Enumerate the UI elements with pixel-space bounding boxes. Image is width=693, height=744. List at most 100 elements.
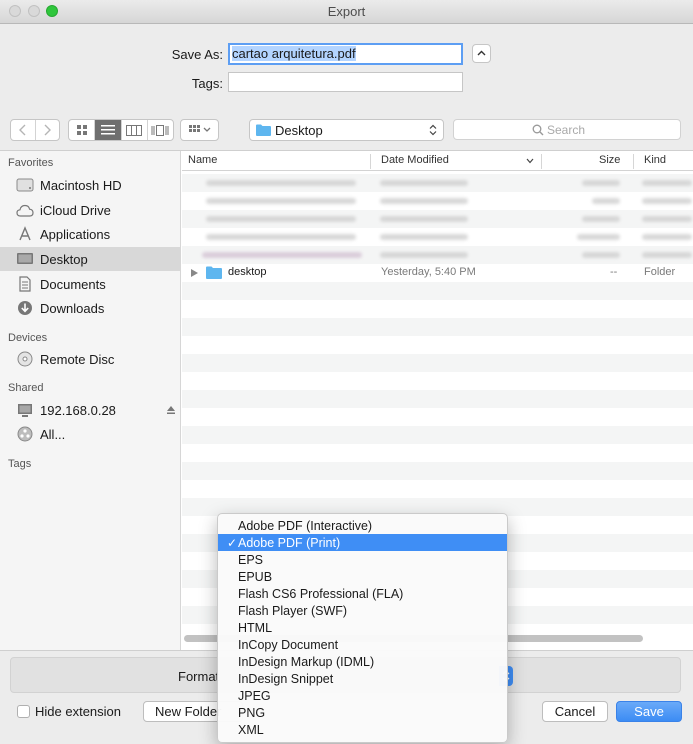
hard-drive-icon (15, 177, 35, 193)
updown-chevron-icon (429, 124, 437, 136)
search-icon (532, 124, 544, 136)
format-menu-item[interactable]: XML (218, 721, 507, 738)
favorites-header: Favorites (8, 157, 54, 169)
tags-field[interactable] (228, 72, 463, 92)
blurred-file-row[interactable] (182, 210, 693, 228)
coverflow-icon (151, 124, 169, 136)
sort-descending-icon (526, 158, 534, 164)
navigation-buttons (10, 119, 60, 141)
format-menu-item[interactable]: InDesign Markup (IDML) (218, 653, 507, 670)
blurred-file-row[interactable] (182, 246, 693, 264)
downloads-icon (15, 300, 35, 316)
format-menu-item[interactable]: Flash Player (SWF) (218, 602, 507, 619)
grid-icon (76, 125, 87, 135)
column-divider (541, 154, 542, 169)
format-menu-item[interactable]: PNG (218, 704, 507, 721)
checkmark-icon: ✓ (226, 535, 237, 550)
column-view-button[interactable] (122, 120, 148, 140)
sidebar-item-server[interactable]: 192.168.0.28 (0, 398, 180, 422)
arrange-menu[interactable] (181, 120, 218, 140)
sidebar-item-all-shared[interactable]: All... (0, 422, 180, 446)
folder-icon (256, 124, 271, 136)
sidebar-item-label: iCloud Drive (40, 202, 111, 218)
coverflow-view-button[interactable] (148, 120, 173, 140)
format-menu-item[interactable]: Flash CS6 Professional (FLA) (218, 585, 507, 602)
sidebar-item-label: Remote Disc (40, 351, 115, 367)
blurred-file-row[interactable] (182, 228, 693, 246)
format-label: Format (178, 669, 220, 684)
sidebar-item-downloads[interactable]: Downloads (0, 296, 180, 320)
column-name[interactable]: Name (188, 154, 217, 166)
desktop-icon (15, 251, 35, 267)
view-mode-buttons (68, 119, 174, 141)
cloud-icon (15, 202, 35, 218)
blurred-file-row[interactable] (182, 174, 693, 192)
hide-extension-label: Hide extension (35, 704, 121, 719)
back-button[interactable] (11, 120, 36, 140)
format-menu-item[interactable]: InCopy Document (218, 636, 507, 653)
arrange-icon (188, 125, 210, 132)
format-menu-item[interactable]: InDesign Snippet (218, 670, 507, 687)
sidebar-item-label: Macintosh HD (40, 177, 122, 193)
save-as-value: cartao arquitetura.pdf (232, 46, 356, 61)
file-name: desktop (228, 266, 267, 278)
title-bar: Export (0, 0, 693, 24)
shared-header: Shared (8, 382, 44, 394)
icon-view-button[interactable] (69, 120, 96, 140)
empty-row (182, 354, 693, 372)
save-as-label: Save As: (171, 47, 223, 62)
column-date-modified[interactable]: Date Modified (381, 154, 449, 166)
sidebar-item-remote-disc[interactable]: Remote Disc (0, 347, 180, 371)
column-divider (370, 154, 371, 169)
sidebar-item-label: Documents (40, 276, 106, 292)
sidebar-item-desktop[interactable]: Desktop (0, 247, 180, 271)
applications-icon (15, 226, 35, 242)
search-field[interactable]: Search (453, 119, 681, 140)
format-menu-item[interactable]: EPUB (218, 568, 507, 585)
column-headers: Name Date Modified Size Kind (182, 151, 693, 171)
sidebar: Favorites Macintosh HD iCloud Drive Appl… (0, 151, 181, 650)
file-date: Yesterday, 5:40 PM (381, 266, 476, 278)
format-menu-item[interactable]: JPEG (218, 687, 507, 704)
disc-icon (15, 351, 35, 367)
list-view-button[interactable] (95, 120, 122, 140)
disclosure-triangle-icon[interactable] (191, 269, 198, 277)
forward-button[interactable] (36, 120, 60, 140)
file-size: -- (610, 266, 618, 278)
format-menu-item-selected[interactable]: ✓ Adobe PDF (Print) (218, 534, 507, 551)
location-popup[interactable]: Desktop (249, 119, 444, 141)
collapse-dialog-button[interactable] (472, 44, 491, 63)
window-title: Export (327, 4, 366, 19)
format-menu: Adobe PDF (Interactive) ✓ Adobe PDF (Prin… (217, 513, 508, 743)
save-button[interactable]: Save (616, 701, 682, 722)
sidebar-item-documents[interactable]: Documents (0, 272, 180, 296)
hide-extension-checkbox[interactable] (17, 705, 30, 718)
sidebar-item-label: Downloads (40, 300, 105, 316)
sidebar-item-icloud-drive[interactable]: iCloud Drive (0, 198, 180, 222)
location-label: Desktop (275, 122, 323, 138)
empty-row (182, 462, 693, 480)
column-kind[interactable]: Kind (644, 154, 666, 166)
column-divider (633, 154, 634, 169)
list-icon (100, 125, 115, 135)
chevron-up-icon (477, 50, 486, 56)
format-menu-item[interactable]: Adobe PDF (Interactive) (218, 517, 507, 534)
column-size[interactable]: Size (599, 154, 620, 166)
columns-icon (126, 124, 143, 136)
save-as-field[interactable]: cartao arquitetura.pdf (228, 43, 463, 65)
eject-icon[interactable] (166, 405, 176, 415)
network-icon (15, 426, 35, 442)
empty-row (182, 282, 693, 300)
blurred-file-row[interactable] (182, 192, 693, 210)
arrange-button[interactable] (180, 119, 219, 141)
sidebar-item-macintosh-hd[interactable]: Macintosh HD (0, 173, 180, 197)
chevron-right-icon (44, 124, 52, 136)
folder-row-desktop[interactable]: desktop Yesterday, 5:40 PM -- Folder (182, 264, 693, 282)
format-menu-item[interactable]: EPS (218, 551, 507, 568)
cancel-button[interactable]: Cancel (542, 701, 608, 722)
sidebar-item-applications[interactable]: Applications (0, 222, 180, 246)
format-menu-item[interactable]: HTML (218, 619, 507, 636)
empty-row (182, 390, 693, 408)
sidebar-item-label: Desktop (40, 251, 88, 267)
empty-row (182, 426, 693, 444)
